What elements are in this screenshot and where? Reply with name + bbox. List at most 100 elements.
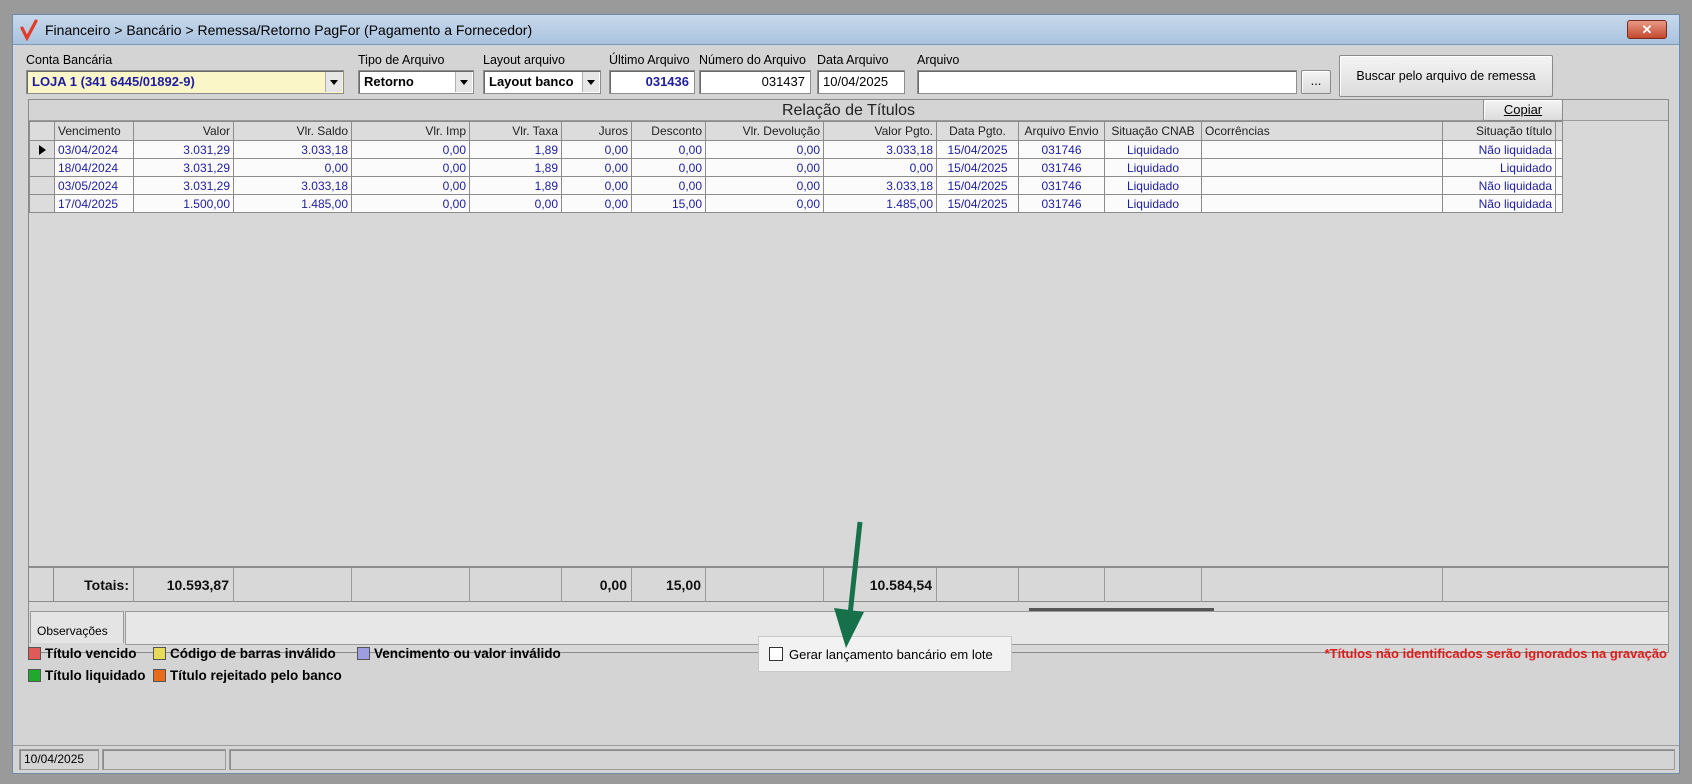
table-cell[interactable] (1201, 176, 1443, 195)
table-cell[interactable]: 3.033,18 (233, 140, 352, 159)
table-cell[interactable]: 1.500,00 (133, 194, 234, 213)
chevron-down-icon[interactable] (582, 72, 599, 92)
browse-button[interactable]: ... (1301, 70, 1331, 94)
table-row[interactable]: 03/04/2024 3.031,29 3.033,18 0,00 1,89 0,00 0,… (29, 140, 1563, 159)
table-cell[interactable]: 031746 (1018, 140, 1105, 159)
legend-vencimento-invalido: Vencimento ou valor inválido (357, 646, 561, 661)
table-cell[interactable]: 3.031,29 (133, 158, 234, 177)
table-cell[interactable]: 3.033,18 (233, 176, 352, 195)
table-cell[interactable]: 0,00 (631, 176, 706, 195)
row-indicator[interactable] (29, 194, 55, 213)
table-cell[interactable]: 0,00 (561, 140, 632, 159)
table-cell[interactable]: 0,00 (561, 158, 632, 177)
tipo-arquivo-select[interactable]: Retorno (358, 70, 474, 94)
table-cell[interactable]: 15/04/2025 (936, 176, 1019, 195)
table-cell[interactable]: 15/04/2025 (936, 140, 1019, 159)
table-cell[interactable]: 17/04/2025 (54, 194, 134, 213)
lote-checkbox-panel[interactable]: Gerar lançamento bancário em lote (758, 636, 1012, 672)
table-cell[interactable] (1201, 158, 1443, 177)
column-header[interactable]: Vlr. Saldo (233, 121, 352, 141)
table-cell[interactable]: 1,89 (469, 140, 562, 159)
table-cell[interactable]: Liquidado (1104, 176, 1202, 195)
table-cell[interactable]: 1,89 (469, 158, 562, 177)
table-cell[interactable]: 031746 (1018, 194, 1105, 213)
table-cell[interactable]: 0,00 (705, 176, 824, 195)
table-cell[interactable] (1201, 194, 1443, 213)
row-indicator[interactable] (29, 158, 55, 177)
table-cell[interactable]: 0,00 (631, 158, 706, 177)
table-cell[interactable]: Liquidado (1104, 158, 1202, 177)
table-cell[interactable]: 0,00 (351, 140, 470, 159)
table-cell[interactable] (1201, 140, 1443, 159)
table-cell[interactable]: Não liquidada (1442, 194, 1556, 213)
table-cell[interactable]: 0,00 (351, 176, 470, 195)
table-cell[interactable]: Liquidado (1104, 194, 1202, 213)
table-row[interactable]: 18/04/2024 3.031,29 0,00 0,00 1,89 0,00 0,00 0,… (29, 158, 1563, 177)
table-cell[interactable]: 3.033,18 (823, 176, 937, 195)
totals-label: Totais: (53, 568, 133, 602)
buscar-remessa-button[interactable]: Buscar pelo arquivo de remessa (1339, 55, 1553, 97)
table-cell[interactable]: 0,00 (469, 194, 562, 213)
table-cell[interactable]: 18/04/2024 (54, 158, 134, 177)
table-cell[interactable]: 0,00 (705, 140, 824, 159)
table-cell[interactable]: 03/04/2024 (54, 140, 134, 159)
titulos-table: Vencimento Valor Vlr. Saldo Vlr. Imp Vlr. Ta… (29, 121, 1563, 213)
table-row[interactable]: 17/04/2025 1.500,00 1.485,00 0,00 0,00 0,00 15… (29, 194, 1563, 213)
arquivo-path-field[interactable] (917, 70, 1297, 94)
status-date: 10/04/2025 (19, 749, 99, 770)
status-cell-2 (102, 749, 226, 770)
table-cell[interactable]: Não liquidada (1442, 176, 1556, 195)
chevron-down-icon[interactable] (455, 72, 472, 92)
row-indicator[interactable] (29, 176, 55, 195)
chevron-down-icon[interactable] (325, 72, 342, 92)
data-arquivo-field[interactable]: 10/04/2025 (817, 70, 905, 94)
column-header[interactable]: Vlr. Imp (351, 121, 470, 141)
numero-arquivo-field[interactable]: 031437 (699, 70, 811, 94)
layout-arquivo-select[interactable]: Layout banco (483, 70, 601, 94)
column-header[interactable]: Situação CNAB (1104, 121, 1202, 141)
table-cell[interactable]: 031746 (1018, 158, 1105, 177)
column-header[interactable]: Ocorrências (1201, 121, 1443, 141)
column-header[interactable]: Vencimento (54, 121, 134, 141)
table-cell[interactable]: 0,00 (351, 158, 470, 177)
table-cell[interactable]: 0,00 (233, 158, 352, 177)
table-cell[interactable]: Liquidado (1104, 140, 1202, 159)
table-cell[interactable]: 031746 (1018, 176, 1105, 195)
lote-checkbox[interactable] (769, 647, 783, 661)
conta-bancaria-select[interactable]: LOJA 1 (341 6445/01892-9) (26, 70, 344, 94)
column-header[interactable]: Vlr. Devolução (705, 121, 824, 141)
table-cell[interactable]: 03/05/2024 (54, 176, 134, 195)
table-cell[interactable]: 0,00 (561, 194, 632, 213)
table-cell[interactable]: 0,00 (705, 158, 824, 177)
table-cell[interactable]: 0,00 (631, 140, 706, 159)
row-indicator[interactable] (29, 140, 55, 159)
column-header[interactable]: Juros (561, 121, 632, 141)
table-cell[interactable]: 0,00 (705, 194, 824, 213)
column-header[interactable]: Valor (133, 121, 234, 141)
table-cell[interactable]: 1,89 (469, 176, 562, 195)
column-header[interactable]: Situação título (1442, 121, 1556, 141)
table-cell[interactable]: 15/04/2025 (936, 158, 1019, 177)
copiar-button[interactable]: Copiar (1483, 99, 1563, 121)
table-cell[interactable]: 3.031,29 (133, 176, 234, 195)
table-cell[interactable]: 3.033,18 (823, 140, 937, 159)
table-cell[interactable]: 0,00 (561, 176, 632, 195)
table-cell[interactable]: Não liquidada (1442, 140, 1556, 159)
column-header[interactable]: Valor Pgto. (823, 121, 937, 141)
table-cell[interactable]: 1.485,00 (823, 194, 937, 213)
table-cell[interactable]: 1.485,00 (233, 194, 352, 213)
column-header-filler (1555, 121, 1563, 141)
table-cell[interactable]: 15/04/2025 (936, 194, 1019, 213)
table-cell[interactable]: 0,00 (823, 158, 937, 177)
table-cell[interactable]: Liquidado (1442, 158, 1556, 177)
table-cell[interactable]: 0,00 (351, 194, 470, 213)
column-header[interactable]: Data Pgto. (936, 121, 1019, 141)
table-cell[interactable]: 15,00 (631, 194, 706, 213)
column-header[interactable]: Desconto (631, 121, 706, 141)
table-row[interactable]: 03/05/2024 3.031,29 3.033,18 0,00 1,89 0,00 0,… (29, 176, 1563, 195)
column-header[interactable]: Arquivo Envio (1018, 121, 1105, 141)
table-cell[interactable]: 3.031,29 (133, 140, 234, 159)
close-button[interactable]: ✕ (1627, 20, 1667, 39)
table-cell-filler (1555, 158, 1563, 177)
column-header[interactable]: Vlr. Taxa (469, 121, 562, 141)
